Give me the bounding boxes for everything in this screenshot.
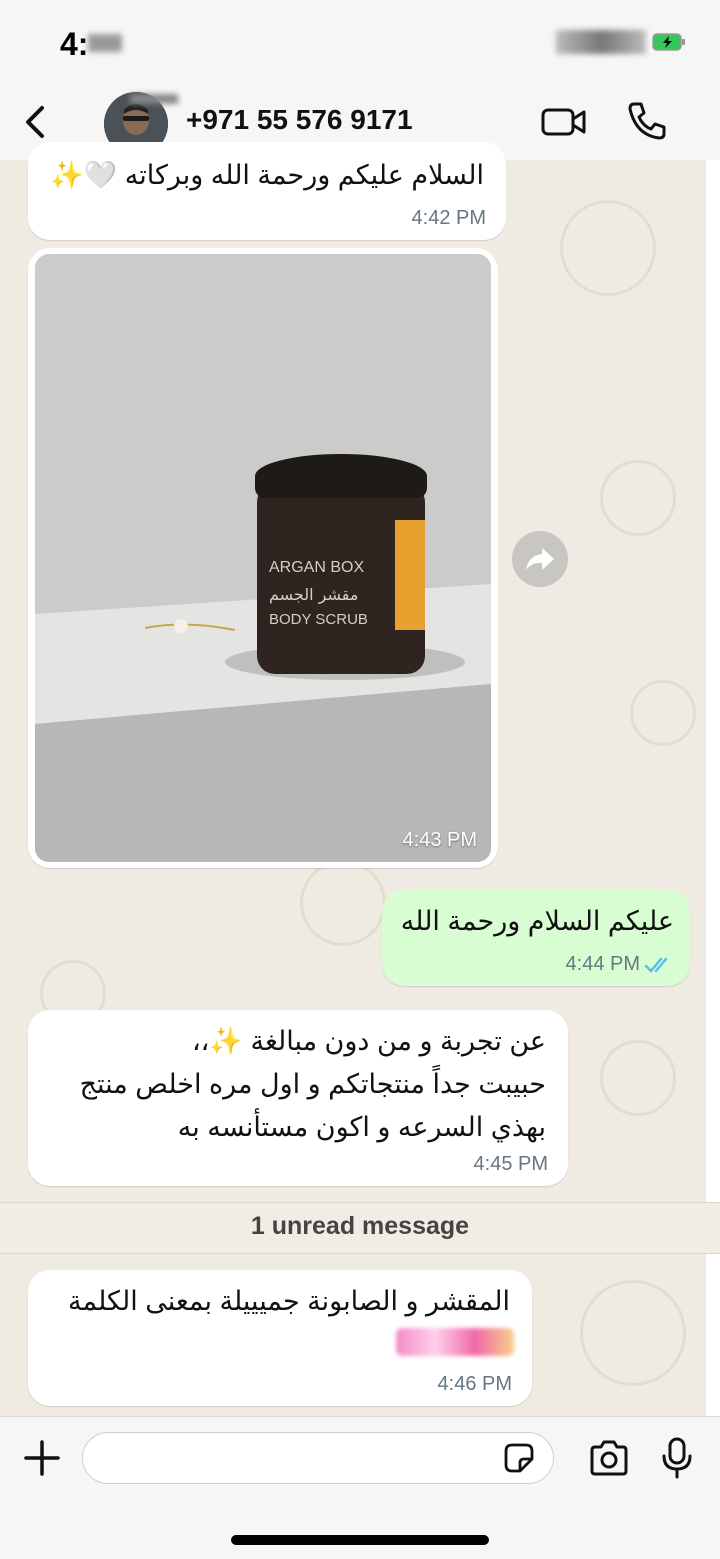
phone-call-icon[interactable] — [626, 100, 668, 142]
jar-arabic-label: مقشر الجسم — [269, 585, 358, 605]
attach-plus-icon[interactable] — [22, 1438, 62, 1478]
battery-charging-icon — [652, 33, 685, 51]
avatar-redacted — [130, 94, 178, 104]
wallpaper-doodle — [600, 460, 676, 536]
wallpaper-doodle — [560, 200, 656, 296]
microphone-icon[interactable] — [660, 1436, 694, 1480]
jar-brand-label: ARGAN BOX — [269, 559, 364, 576]
signal-indicators-redacted — [556, 30, 646, 54]
message-input[interactable] — [82, 1432, 554, 1484]
photo-scrub-jar: ARGAN BOX مقشر الجسم BODY SCRUB — [35, 254, 491, 862]
unread-divider-label: 1 unread message — [250, 1212, 470, 1240]
sticker-icon[interactable] — [502, 1441, 536, 1475]
wallpaper-doodle — [300, 860, 386, 946]
back-chevron-icon[interactable] — [18, 102, 58, 142]
message-bubble-outgoing[interactable]: عليكم السلام ورحمة الله 4:44 PM — [382, 890, 690, 986]
home-indicator[interactable] — [231, 1535, 489, 1545]
message-time: 4:45 PM — [473, 1153, 548, 1175]
message-text: السلام عليكم ورحمة الله وبركاته 🤍✨ — [50, 160, 484, 190]
message-time: 4:46 PM — [437, 1373, 512, 1395]
message-text: المقشر و الصابونة جميييلة بمعنى الكلمة — [68, 1286, 510, 1316]
message-text: عن تجربة و من دون مبالغة ✨،، حبيبت جداً … — [79, 1026, 546, 1142]
forward-button[interactable] — [512, 531, 568, 587]
video-call-icon[interactable] — [540, 102, 588, 142]
read-double-check-icon — [644, 957, 668, 973]
message-bubble-incoming[interactable]: المقشر و الصابونة جميييلة بمعنى الكلمة 4… — [28, 1270, 532, 1406]
message-time: 4:44 PM — [565, 953, 640, 975]
wallpaper-doodle — [600, 1040, 676, 1116]
forward-arrow-icon — [526, 548, 554, 570]
camera-icon[interactable] — [588, 1438, 630, 1478]
contact-name[interactable]: +971 55 576 9171 — [186, 104, 413, 136]
message-bubble-incoming[interactable]: السلام عليكم ورحمة الله وبركاته 🤍✨ 4:42 … — [28, 142, 506, 240]
jar-product-label: BODY SCRUB — [269, 611, 368, 628]
status-time: 4: — [60, 26, 89, 62]
message-bubble-incoming[interactable]: عن تجربة و من دون مبالغة ✨،، حبيبت جداً … — [28, 1010, 568, 1186]
message-time: 4:42 PM — [411, 207, 486, 229]
message-text: عليكم السلام ورحمة الله — [400, 906, 674, 936]
status-time-redacted — [88, 34, 122, 52]
emoji-redacted — [396, 1328, 514, 1356]
message-photo[interactable]: ARGAN BOX مقشر الجسم BODY SCRUB 4:43 PM — [35, 254, 491, 862]
message-time: 4:43 PM — [402, 829, 477, 851]
wallpaper-doodle — [580, 1280, 686, 1386]
wallpaper-doodle — [630, 680, 696, 746]
